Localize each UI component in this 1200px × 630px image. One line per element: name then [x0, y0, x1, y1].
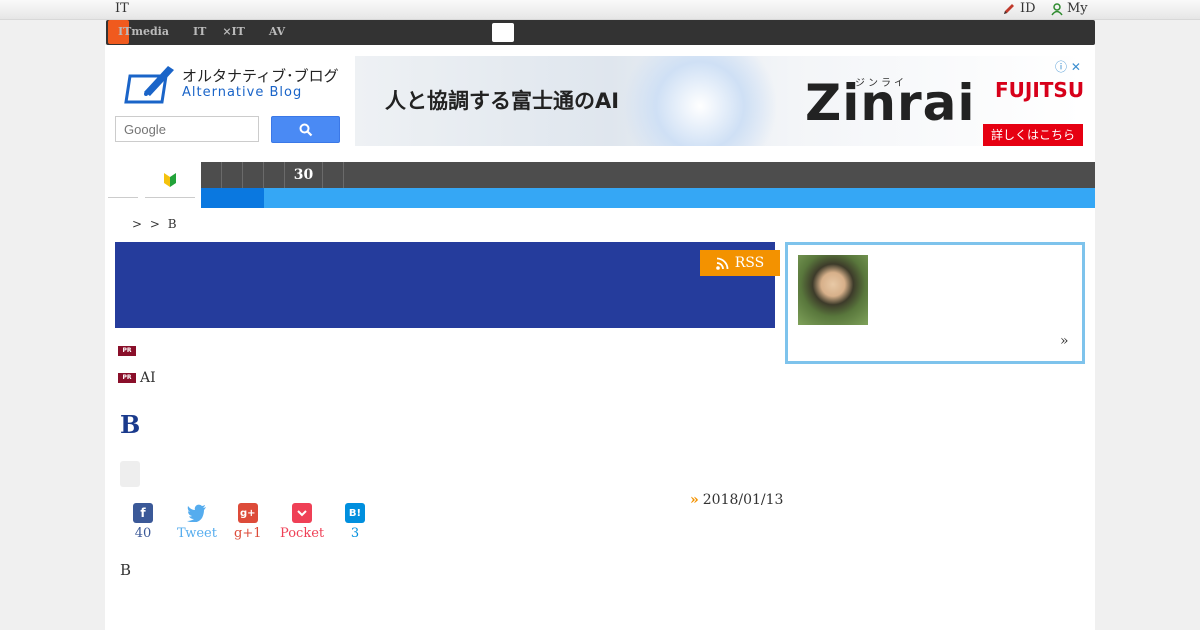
rss-label: RSS — [734, 255, 765, 271]
search-input[interactable] — [115, 116, 259, 142]
entry-title[interactable]: B — [120, 410, 140, 439]
network-bar: ITmedia IT ×IT AV — [106, 20, 1095, 45]
pr-badge: PR — [118, 373, 136, 383]
author-photo[interactable] — [798, 255, 868, 325]
ad-glow-image — [615, 56, 785, 146]
login-label: ID — [1020, 1, 1036, 16]
gplus-icon: g+ — [237, 503, 258, 523]
nav-tab-home[interactable] — [108, 162, 138, 198]
search-icon — [299, 123, 312, 136]
share-gplus[interactable]: g+ g+1 — [234, 503, 262, 541]
ad-brand: Zinrai — [805, 74, 976, 132]
entry-body: B — [120, 561, 132, 579]
user-icon — [1051, 2, 1063, 15]
pr-text: AI — [140, 370, 156, 386]
network-link[interactable]: IT — [193, 25, 206, 38]
ad-company-logo: FUJITSU — [995, 78, 1083, 102]
share-hatena[interactable]: B! 3 — [345, 503, 365, 541]
ad-banner[interactable]: 人と協調する富士通のAI ジンライ Zinrai FUJITSU 詳しくはこちら… — [355, 56, 1083, 146]
main-container: オルタナティブ･ブログ Alternative Blog 人と協調する富士通のA… — [105, 45, 1095, 630]
category-nav: 30 — [201, 162, 1095, 188]
network-links: ITmedia IT ×IT AV — [118, 25, 293, 38]
rss-icon — [715, 257, 729, 270]
entry-date: » 2018/01/13 — [690, 492, 783, 508]
pr-link[interactable]: PR — [118, 343, 136, 358]
twitter-icon — [186, 503, 207, 523]
blog-logo-icon — [124, 66, 174, 104]
site-logo[interactable]: オルタナティブ･ブログ Alternative Blog — [122, 62, 342, 106]
gplus-label: g+1 — [234, 526, 262, 541]
sub-nav-active[interactable] — [201, 188, 264, 208]
top-utility-bar: IT ID My — [0, 0, 1200, 20]
ad-choices-icon[interactable]: ⓘ ✕ — [1055, 58, 1081, 75]
facebook-icon: f — [133, 503, 153, 523]
nav-item[interactable] — [201, 162, 222, 188]
pr-link[interactable]: PR AI — [118, 370, 156, 386]
nav-item-count[interactable]: 30 — [285, 162, 323, 188]
category-tag[interactable] — [120, 461, 140, 487]
rss-button[interactable]: RSS — [700, 250, 780, 276]
breadcrumb: > > B — [132, 217, 177, 231]
network-active-tab[interactable] — [492, 23, 514, 42]
ad-headline: 人と協調する富士通のAI — [385, 89, 620, 113]
date-arrow-icon: » — [690, 492, 699, 508]
share-facebook[interactable]: f 40 — [133, 503, 153, 541]
pocket-icon — [292, 503, 313, 523]
sub-nav — [201, 188, 1095, 208]
my-label: My — [1067, 1, 1088, 16]
entry-date-text: 2018/01/13 — [702, 492, 784, 508]
login-link[interactable]: ID — [1002, 1, 1036, 16]
pencil-icon — [1004, 3, 1014, 14]
beginner-mark-icon — [164, 172, 176, 187]
nav-item[interactable] — [323, 162, 344, 188]
ad-cta-button[interactable]: 詳しくはこちら — [983, 124, 1083, 146]
network-link[interactable]: ×IT — [222, 25, 245, 38]
pr-badge: PR — [118, 345, 136, 356]
share-twitter[interactable]: Tweet — [177, 503, 217, 541]
nav-tab-beginner[interactable] — [145, 162, 195, 198]
network-link[interactable]: ITmedia — [118, 25, 169, 38]
logo-en: Alternative Blog — [182, 85, 303, 100]
nav-item[interactable] — [243, 162, 264, 188]
pocket-label: Pocket — [280, 526, 325, 541]
site-label[interactable]: IT — [115, 1, 129, 16]
twitter-label: Tweet — [177, 526, 217, 541]
hatena-bookmark-icon: B! — [345, 503, 365, 523]
share-pocket[interactable]: Pocket — [280, 503, 324, 541]
hatena-count: 3 — [350, 526, 360, 541]
logo-jp: オルタナティブ･ブログ — [182, 67, 339, 85]
nav-item[interactable] — [264, 162, 285, 188]
network-link[interactable]: AV — [269, 25, 285, 38]
author-profile: » — [785, 242, 1085, 364]
profile-more-link[interactable]: » — [1060, 333, 1069, 349]
search-button[interactable] — [271, 116, 340, 143]
logo-text: オルタナティブ･ブログ Alternative Blog — [182, 67, 339, 101]
blog-header-banner[interactable] — [115, 242, 775, 328]
facebook-count: 40 — [134, 526, 152, 541]
my-page-link[interactable]: My — [1050, 1, 1088, 16]
nav-item[interactable] — [222, 162, 243, 188]
